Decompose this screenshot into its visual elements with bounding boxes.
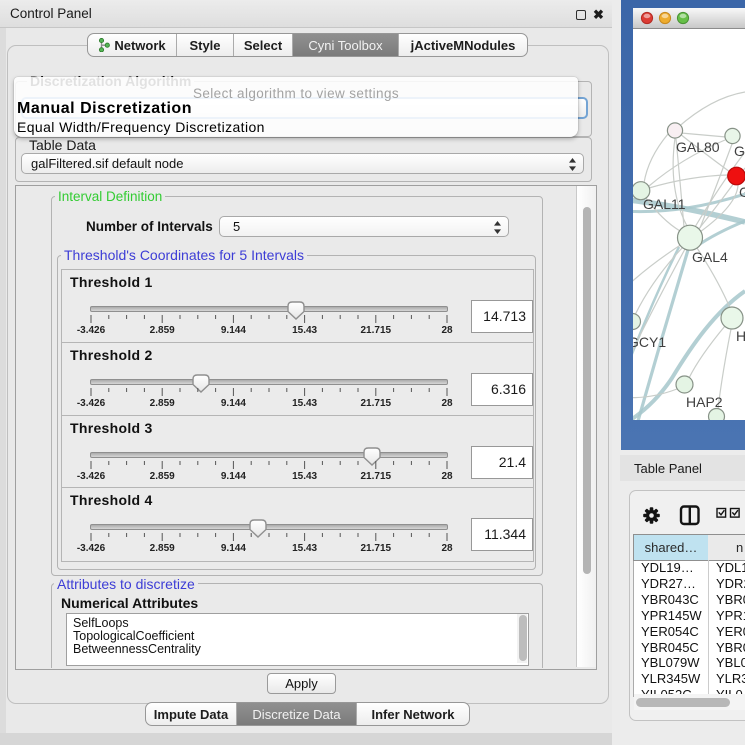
svg-text:GAL: GAL [734, 143, 745, 159]
svg-text:GAL4: GAL4 [692, 249, 728, 265]
svg-text:GCY1: GCY1 [633, 334, 666, 350]
svg-text:HI: HI [736, 328, 745, 344]
svg-text:HAP2: HAP2 [686, 394, 723, 410]
svg-text:GAL80: GAL80 [676, 139, 720, 155]
svg-text:GAL11: GAL11 [643, 196, 686, 212]
svg-text:G: G [739, 184, 745, 200]
